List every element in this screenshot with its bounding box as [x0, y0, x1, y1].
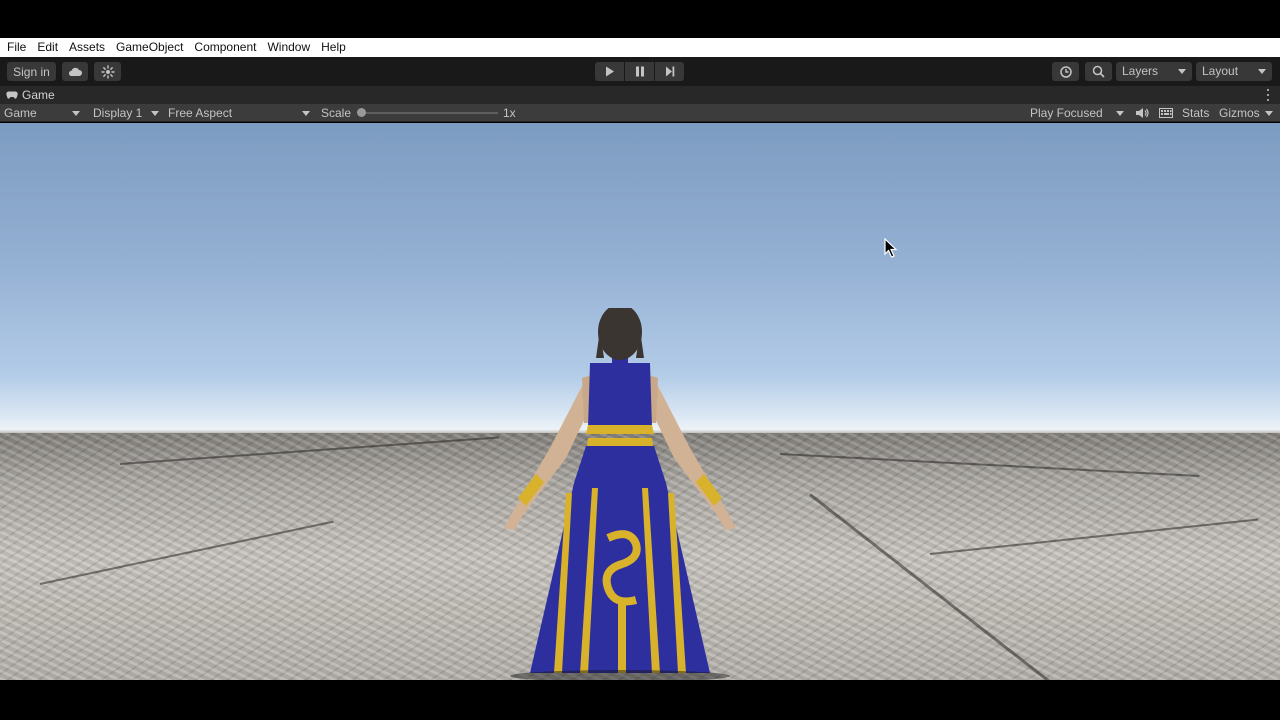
chevron-down-icon — [151, 111, 159, 116]
stats-toggle[interactable]: Stats — [1182, 104, 1209, 122]
terrain-crack — [39, 520, 334, 585]
step-icon — [665, 66, 674, 77]
terrain-crack — [119, 436, 500, 465]
chevron-down-icon — [1258, 69, 1266, 74]
scale-label: Scale — [321, 106, 352, 120]
panel-tab-bar: Game — [0, 86, 1280, 104]
keyboard-icon[interactable] — [1159, 107, 1173, 119]
terrain-crack — [929, 518, 1259, 555]
sign-in-button[interactable]: Sign in — [7, 62, 56, 81]
game-viewport[interactable] — [0, 123, 1280, 680]
pause-icon — [635, 66, 644, 77]
play-mode-dropdown[interactable]: Play Focused — [1030, 104, 1128, 122]
gamepad-icon — [6, 91, 18, 99]
playmode-controls — [595, 62, 685, 81]
menu-gameobject[interactable]: GameObject — [112, 38, 187, 57]
cloud-icon — [68, 67, 82, 76]
gizmos-label: Gizmos — [1219, 106, 1260, 120]
scale-value: 1x — [503, 106, 516, 120]
search-button[interactable] — [1085, 62, 1112, 81]
layout-label: Layout — [1202, 64, 1239, 78]
display-value: Display 1 — [93, 106, 143, 120]
layout-dropdown[interactable]: Layout — [1196, 62, 1272, 81]
game-view-toolbar: Game Display 1 Free Aspect Scale 1x Play… — [0, 104, 1280, 122]
tab-label: Game — [22, 88, 55, 102]
speaker-icon[interactable] — [1135, 107, 1149, 119]
collab-button[interactable] — [94, 62, 121, 81]
menu-bar: File Edit Assets GameObject Component Wi… — [0, 38, 1280, 57]
layers-dropdown[interactable]: Layers — [1116, 62, 1192, 81]
scale-slider-track[interactable] — [360, 112, 498, 114]
chevron-down-icon — [1116, 111, 1124, 116]
view-mode-value: Game — [4, 106, 37, 120]
terrain-crack — [809, 493, 1071, 680]
display-dropdown[interactable]: Display 1 — [93, 104, 163, 122]
play-mode-value: Play Focused — [1030, 106, 1103, 120]
terrain-crack — [779, 453, 1200, 477]
mouse-cursor-icon — [884, 238, 898, 258]
menu-window[interactable]: Window — [263, 38, 314, 57]
gizmos-dropdown[interactable]: Gizmos — [1219, 104, 1277, 122]
tab-game[interactable]: Game — [0, 86, 55, 104]
layers-label: Layers — [1122, 64, 1159, 78]
aspect-value: Free Aspect — [168, 106, 233, 120]
cloud-button[interactable] — [62, 62, 88, 81]
top-letterbox — [0, 0, 1280, 38]
bottom-letterbox — [0, 680, 1280, 720]
play-button[interactable] — [595, 62, 624, 81]
play-icon — [605, 66, 614, 77]
chevron-down-icon — [1178, 69, 1186, 74]
menu-assets[interactable]: Assets — [65, 38, 109, 57]
chevron-down-icon — [302, 111, 310, 116]
menu-file[interactable]: File — [3, 38, 30, 57]
collab-icon — [100, 64, 115, 79]
menu-component[interactable]: Component — [190, 38, 260, 57]
chevron-down-icon — [1265, 111, 1273, 116]
chevron-down-icon — [72, 111, 80, 116]
menu-edit[interactable]: Edit — [33, 38, 62, 57]
menu-help[interactable]: Help — [317, 38, 350, 57]
step-button[interactable] — [655, 62, 684, 81]
main-toolbar: Sign in Layers Layout — [0, 57, 1280, 86]
scale-slider-thumb[interactable] — [357, 108, 366, 117]
view-mode-dropdown[interactable]: Game — [4, 104, 84, 122]
character-model — [504, 308, 736, 680]
more-options-icon[interactable] — [1266, 88, 1270, 102]
history-icon — [1059, 65, 1072, 78]
search-icon — [1092, 65, 1105, 78]
aspect-dropdown[interactable]: Free Aspect — [168, 104, 314, 122]
history-button[interactable] — [1052, 62, 1079, 81]
pause-button[interactable] — [625, 62, 654, 81]
